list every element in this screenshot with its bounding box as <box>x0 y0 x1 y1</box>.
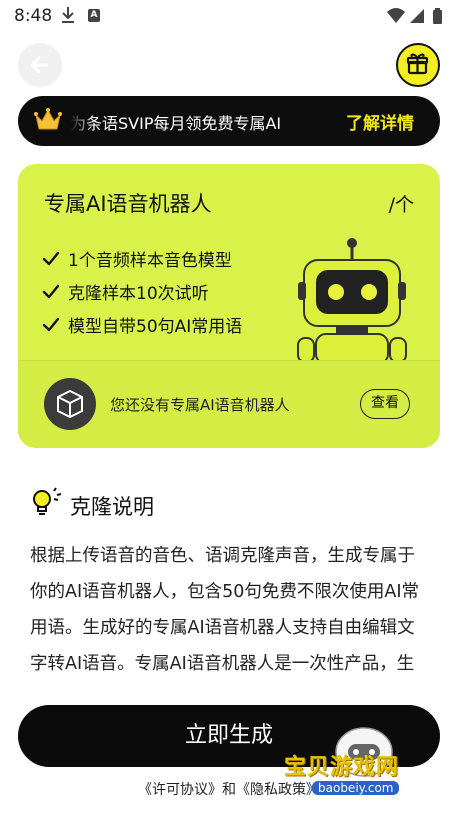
no-robot-text: 您还没有专属AI语音机器人 <box>110 396 290 414</box>
status-bar: 8:48 A <box>0 0 458 32</box>
cube-icon <box>44 378 96 430</box>
a-icon: A <box>88 9 100 22</box>
watermark-text: 宝贝游戏网 <box>284 755 400 780</box>
robot-illustration <box>290 234 420 368</box>
watermark-url: baobeiy.com <box>312 781 400 795</box>
feature-item: 模型自带50句AI常用语 <box>42 312 242 337</box>
feature-label: 1个音频样本音色模型 <box>68 251 232 271</box>
download-icon <box>60 6 76 28</box>
plan-unit: /个 <box>388 194 414 216</box>
back-button[interactable] <box>18 43 62 87</box>
check-icon <box>42 284 60 298</box>
learn-more-link[interactable]: 了解详情 <box>346 109 414 134</box>
explanation-text: 根据上传语音的音色、语调克隆声音，生成专属于你的AI语音机器人，包含50句免费不… <box>30 546 420 674</box>
check-icon <box>42 251 60 265</box>
crown-icon <box>34 107 62 137</box>
feature-item: 克隆样本10次试听 <box>42 279 209 304</box>
status-time: 8:48 <box>14 6 53 26</box>
robot-plan-card: 专属AI语音机器人 /个 1个音频样本音色模型 克隆样本10次试听 模型自带50… <box>18 164 440 448</box>
signal-icon <box>410 9 424 23</box>
feature-item: 1个音频样本音色模型 <box>42 246 232 271</box>
feature-label: 克隆样本10次试听 <box>68 284 209 304</box>
section-title: 克隆说明 <box>70 495 154 519</box>
wifi-icon <box>387 8 405 23</box>
arrow-left-icon <box>30 56 49 74</box>
lightbulb-icon <box>30 487 62 523</box>
battery-icon <box>433 8 442 24</box>
promo-text: 为条语SVIP每月领免费专属AI <box>70 114 282 133</box>
gift-button[interactable] <box>396 43 440 87</box>
gift-icon <box>406 53 429 75</box>
feature-label: 模型自带50句AI常用语 <box>68 317 243 337</box>
promo-fade <box>70 96 94 146</box>
view-button[interactable]: 查看 <box>360 389 410 419</box>
status-right-icons <box>386 7 446 29</box>
svip-promo-banner[interactable]: 为条语SVIP每月领免费专属AI 了解详情 <box>18 96 440 146</box>
plan-title: 专属AI语音机器人 <box>44 192 212 216</box>
check-icon <box>42 317 60 331</box>
